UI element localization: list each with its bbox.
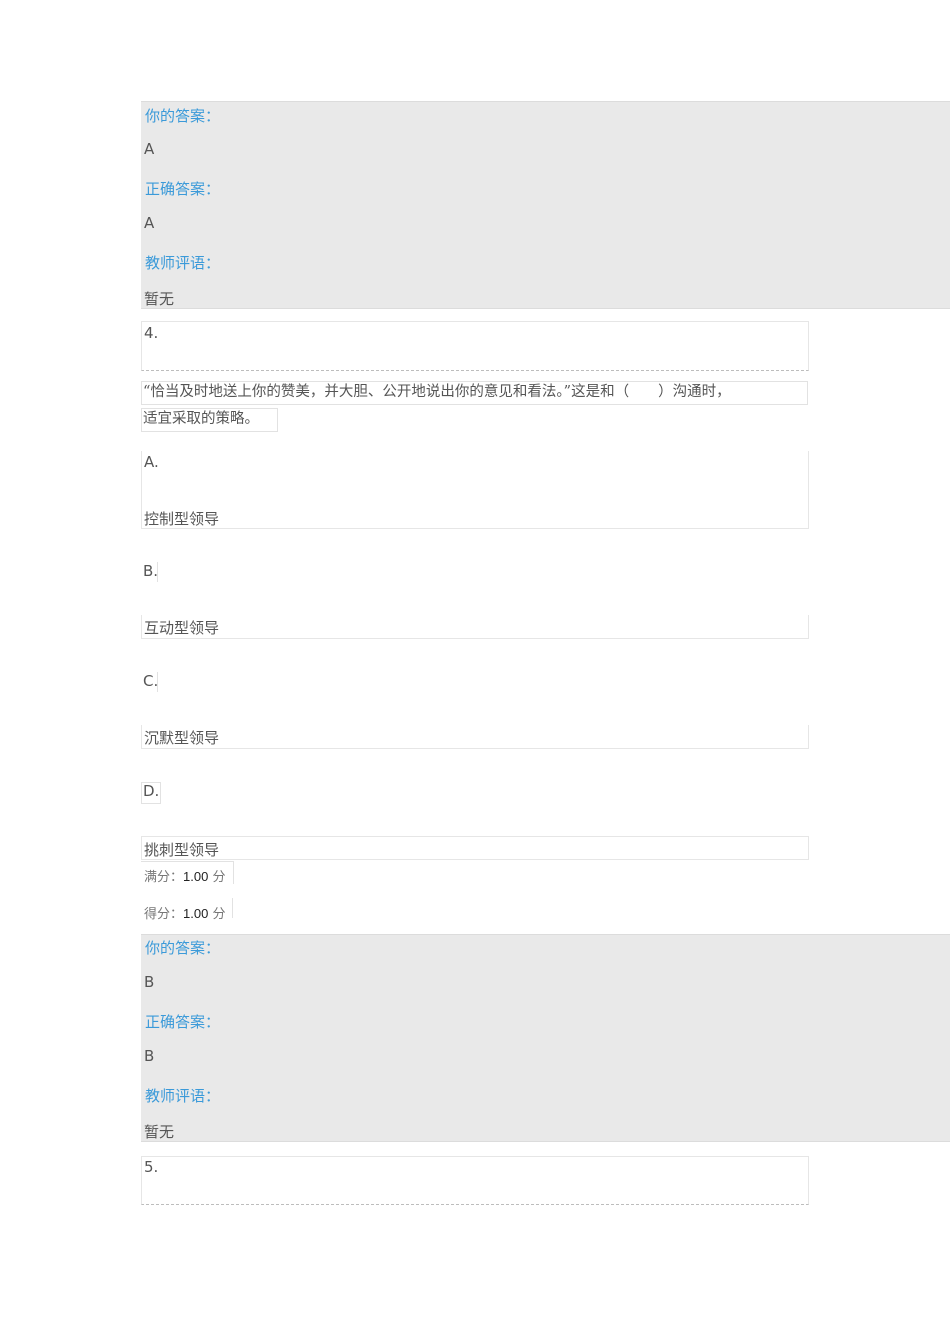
full-score-unit: 分 <box>212 870 226 885</box>
question-stem-line1: “恰当及时地送上你的赞美，并大胆、公开地说出你的意见和看法。”这是和（ ）沟通时… <box>143 384 731 400</box>
answer-review-panel: 你的答案： A 正确答案： A 教师评语： 暂无 <box>141 101 950 309</box>
earned-score-unit: 分 <box>212 907 226 922</box>
your-answer-label: 你的答案： <box>145 939 221 957</box>
correct-answer-label: 正确答案： <box>145 1013 221 1031</box>
answer-review-panel: 你的答案： B 正确答案： B 教师评语： 暂无 <box>141 934 950 1142</box>
full-score-label: 满分： <box>144 870 184 885</box>
option-c-letter[interactable]: C. <box>143 672 158 690</box>
correct-answer-label: 正确答案： <box>145 180 221 198</box>
question-stem: “恰当及时地送上你的赞美，并大胆、公开地说出你的意见和看法。”这是和（ ）沟通时… <box>143 379 813 433</box>
teacher-comment-value: 暂无 <box>144 290 175 308</box>
question-number-box: 5. <box>141 1156 809 1205</box>
full-score: 满分：1.00 分 <box>144 866 225 885</box>
option-a-text: 控制型领导 <box>144 510 220 528</box>
question-number: 4. <box>144 324 159 342</box>
teacher-comment-value: 暂无 <box>144 1123 175 1141</box>
your-answer-value: B <box>144 973 155 991</box>
option-b-text: 互动型领导 <box>144 619 220 637</box>
question-stem-line2: 适宜采取的策略。 <box>143 411 259 427</box>
teacher-comment-label: 教师评语： <box>145 1087 221 1105</box>
option-b-letter[interactable]: B. <box>143 562 158 580</box>
your-answer-label: 你的答案： <box>145 107 221 125</box>
option-c-text: 沉默型领导 <box>144 729 220 747</box>
option-d[interactable]: 挑刺型领导 <box>141 836 809 860</box>
correct-answer-value: A <box>144 214 155 232</box>
option-d-text: 挑刺型领导 <box>144 841 220 859</box>
option-b[interactable]: 互动型领导 <box>141 615 809 639</box>
option-d-letter[interactable]: D. <box>143 782 159 800</box>
earned-score-label: 得分： <box>144 907 184 922</box>
full-score-value: 1.00 <box>183 869 209 884</box>
your-answer-value: A <box>144 140 155 158</box>
question-number: 5. <box>144 1158 159 1176</box>
option-a-letter: A. <box>144 453 159 471</box>
question-number-box: 4. <box>141 321 809 371</box>
option-c[interactable]: 沉默型领导 <box>141 725 809 749</box>
earned-score-value: 1.00 <box>183 906 209 921</box>
correct-answer-value: B <box>144 1047 155 1065</box>
earned-score: 得分：1.00 分 <box>144 903 225 922</box>
teacher-comment-label: 教师评语： <box>145 254 221 272</box>
option-a[interactable]: A. 控制型领导 <box>141 451 809 529</box>
